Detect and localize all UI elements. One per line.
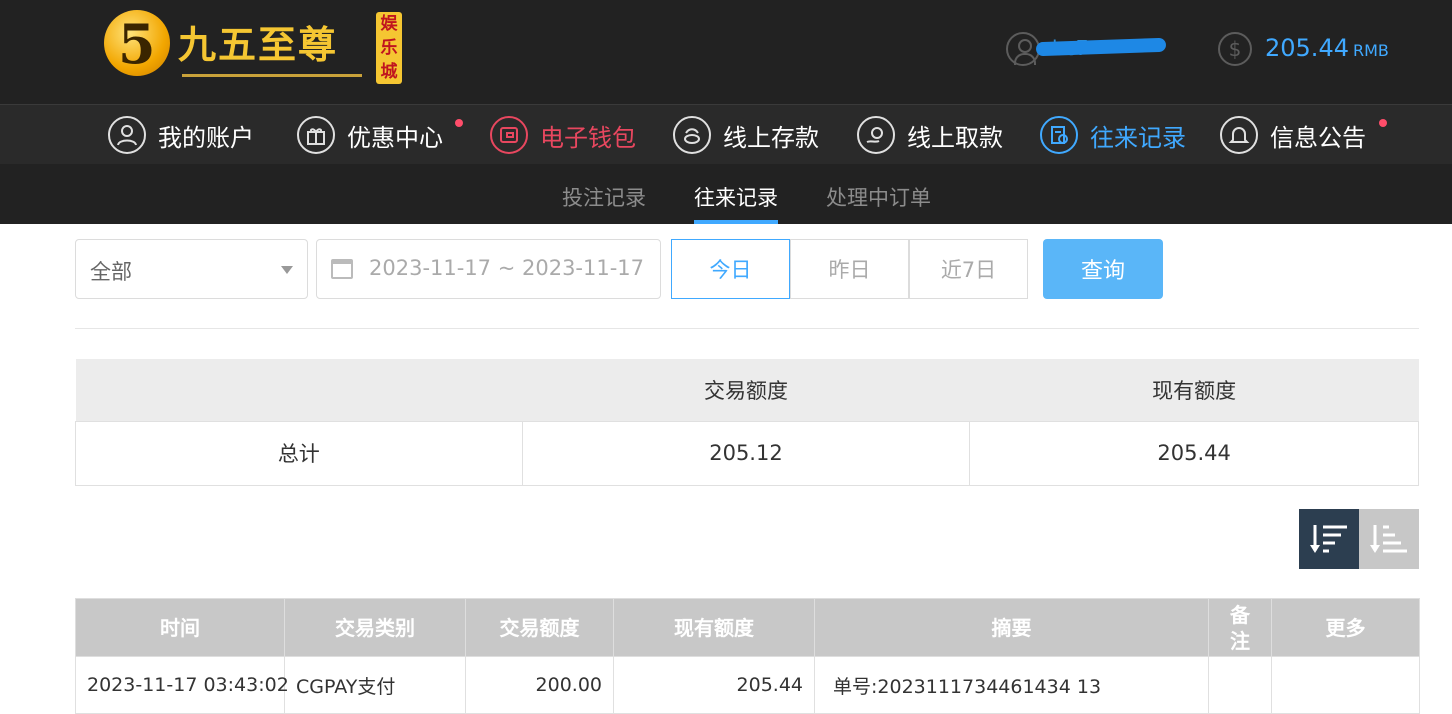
last-7-days-button[interactable]: 近7日 <box>909 239 1028 299</box>
nav-my-account[interactable]: 我的账户 <box>108 105 254 165</box>
nav-e-wallet[interactable]: 电子钱包 <box>490 105 636 165</box>
notification-dot <box>1379 119 1387 127</box>
nav-label: 线上存款 <box>723 123 819 152</box>
notification-dot <box>455 119 463 127</box>
user-avatar-icon <box>1006 32 1040 66</box>
select-value: 全部 <box>90 260 132 284</box>
query-button[interactable]: 查询 <box>1043 239 1163 299</box>
summary-label: 总计 <box>75 420 523 486</box>
col-header-remark-text: 备注 <box>1230 602 1250 653</box>
nav-deposit[interactable]: 线上存款 <box>673 105 819 165</box>
cell-balance: 205.44 <box>613 656 815 714</box>
bell-icon <box>1220 116 1258 154</box>
balance-unit: RMB <box>1352 41 1389 60</box>
nav-label: 电子钱包 <box>540 123 636 152</box>
today-button[interactable]: 今日 <box>671 239 790 299</box>
main-nav: 我的账户 优惠中心 电子钱包 线上存款 线上取款 往来记录 信息公告 <box>0 104 1452 164</box>
summary-table: 交易额度 现有额度 总计 205.12 205.44 <box>75 359 1419 486</box>
date-range-input[interactable]: 2023-11-17 ~ 2023-11-17 <box>316 239 661 299</box>
col-header-balance: 现有额度 <box>613 598 815 657</box>
tab-pending-orders[interactable]: 处理中订单 <box>826 182 931 212</box>
cell-more[interactable] <box>1271 656 1420 714</box>
nav-promotions[interactable]: 优惠中心 <box>297 105 443 165</box>
nav-announcements[interactable]: 信息公告 <box>1220 105 1366 165</box>
records-header-row: 时间 交易类别 交易额度 现有额度 摘要 备注 更多 <box>75 598 1420 657</box>
account-balance: 205.44 RMB <box>1265 34 1389 62</box>
cell-summary: 单号:2023111734461434 13 <box>814 656 1209 714</box>
summary-header-row: 交易额度 现有额度 <box>75 359 1419 421</box>
table-row: 2023-11-17 03:43:02 CGPAY支付 200.00 205.4… <box>75 656 1420 714</box>
logo-ornament <box>182 74 362 77</box>
sort-ascending-icon <box>1370 525 1407 553</box>
logo-emblem: 5 <box>104 10 170 76</box>
transaction-type-select[interactable]: 全部 <box>75 239 308 299</box>
col-header-amount: 交易额度 <box>465 598 614 657</box>
tab-bet-records[interactable]: 投注记录 <box>562 182 646 212</box>
cell-amount: 200.00 <box>465 656 614 714</box>
deposit-icon <box>673 116 711 154</box>
balance-amount: 205.44 <box>1265 34 1349 62</box>
wallet-icon <box>490 116 528 154</box>
summary-header-cell <box>75 359 523 421</box>
col-header-type: 交易类别 <box>284 598 466 657</box>
summary-total-row: 总计 205.12 205.44 <box>75 420 1419 486</box>
site-logo[interactable]: 5 九五至尊 娱乐城 <box>104 8 404 88</box>
nav-label: 优惠中心 <box>347 123 443 152</box>
user-icon <box>108 116 146 154</box>
active-tab-underline <box>694 220 778 224</box>
sort-ascending-button[interactable] <box>1359 509 1419 569</box>
cell-time: 2023-11-17 03:43:02 <box>75 656 289 714</box>
yesterday-button[interactable]: 昨日 <box>790 239 909 299</box>
col-header-remark: 备注 <box>1208 598 1272 657</box>
date-range-value: 2023-11-17 ~ 2023-11-17 <box>369 256 645 280</box>
sub-nav: 投注记录 往来记录 处理中订单 <box>0 164 1452 224</box>
sort-descending-button[interactable] <box>1299 509 1359 569</box>
cell-type: CGPAY支付 <box>284 656 466 714</box>
summary-current-balance: 205.44 <box>969 420 1419 486</box>
calendar-icon <box>331 259 353 279</box>
gift-icon <box>297 116 335 154</box>
nav-label: 线上取款 <box>907 123 1003 152</box>
summary-header-cell: 交易额度 <box>522 359 970 421</box>
sort-descending-icon <box>1310 525 1347 553</box>
dollar-icon: $ <box>1218 32 1252 66</box>
records-table: 时间 交易类别 交易额度 现有额度 摘要 备注 更多 2023-11-17 03… <box>75 598 1420 714</box>
records-icon <box>1040 116 1078 154</box>
col-header-time: 时间 <box>75 598 285 657</box>
tab-transaction-records[interactable]: 往来记录 <box>694 182 778 212</box>
withdraw-icon <box>857 116 895 154</box>
nav-label: 信息公告 <box>1270 123 1366 152</box>
nav-label: 我的账户 <box>158 123 254 152</box>
logo-name: 九五至尊 <box>178 22 339 67</box>
summary-transaction-amount: 205.12 <box>521 420 971 486</box>
col-header-more: 更多 <box>1271 598 1420 657</box>
top-header: 5 九五至尊 娱乐城 bc7 $ 205.44RMB <box>0 0 1452 104</box>
divider <box>75 328 1419 329</box>
col-header-summary: 摘要 <box>814 598 1209 657</box>
nav-label: 往来记录 <box>1090 123 1186 152</box>
chevron-down-icon <box>281 266 293 274</box>
nav-withdraw[interactable]: 线上取款 <box>857 105 1003 165</box>
cell-remark <box>1208 656 1272 714</box>
nav-records[interactable]: 往来记录 <box>1040 105 1186 165</box>
summary-header-cell: 现有额度 <box>969 359 1419 421</box>
logo-badge: 娱乐城 <box>376 12 402 84</box>
